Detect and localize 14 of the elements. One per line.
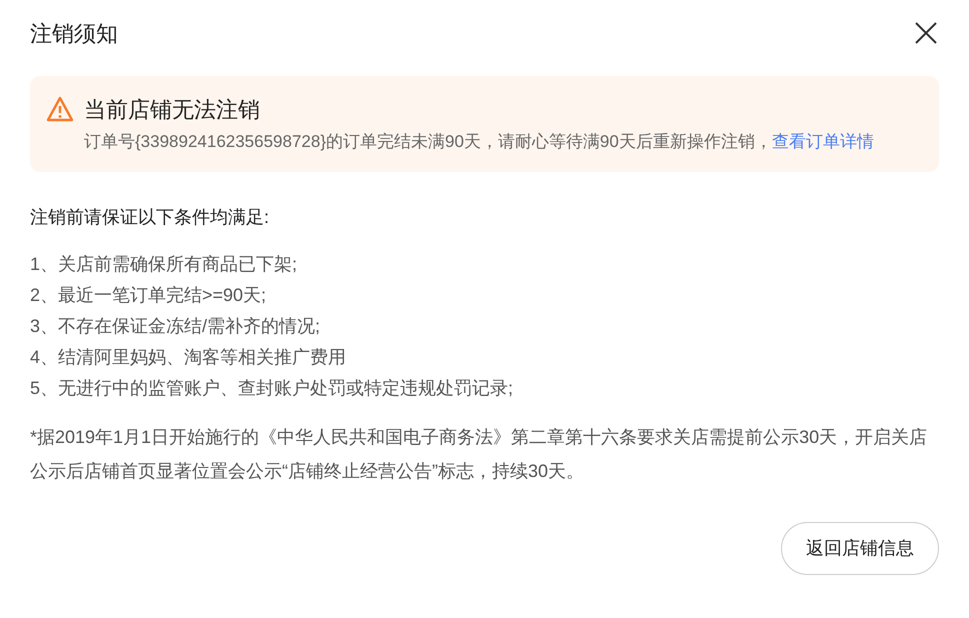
condition-item: 3、不存在保证金冻结/需补齐的情况; (30, 315, 322, 338)
condition-item: 2、最近一笔订单完结>=90天; (30, 284, 268, 307)
order-details-link[interactable]: 查看订单详情 (772, 132, 874, 151)
back-button[interactable]: 返回店铺信息 (781, 522, 939, 575)
condition-item: 1、关店前需确保所有商品已下架; (30, 253, 298, 276)
conditions-heading: 注销前请保证以下条件均满足: (30, 206, 270, 229)
condition-item: 5、无进行中的监管账户、查封账户处罚或特定违规处罚记录; (30, 377, 514, 400)
condition-item: 4、结清阿里妈妈、淘客等相关推广费用 (30, 346, 348, 369)
close-icon[interactable] (913, 20, 939, 46)
legal-note: *据2019年1月1日开始施行的《中华人民共和国电子商务法》第二章第十六条要求关店需提前公示30天，开启关店公示后店铺首页显著位置会公示“店铺终止经营公告”标志，持续30天。 (30, 426, 928, 483)
alert-title: 当前店铺无法注销 (84, 96, 261, 124)
dialog-title: 注销须知 (30, 20, 118, 48)
alert-message: 订单号{3398924162356598728}的订单完结未满90天，请耐心等待满90天后重新操作注销，查看订单详情 (84, 131, 874, 153)
warning-icon (46, 96, 74, 122)
